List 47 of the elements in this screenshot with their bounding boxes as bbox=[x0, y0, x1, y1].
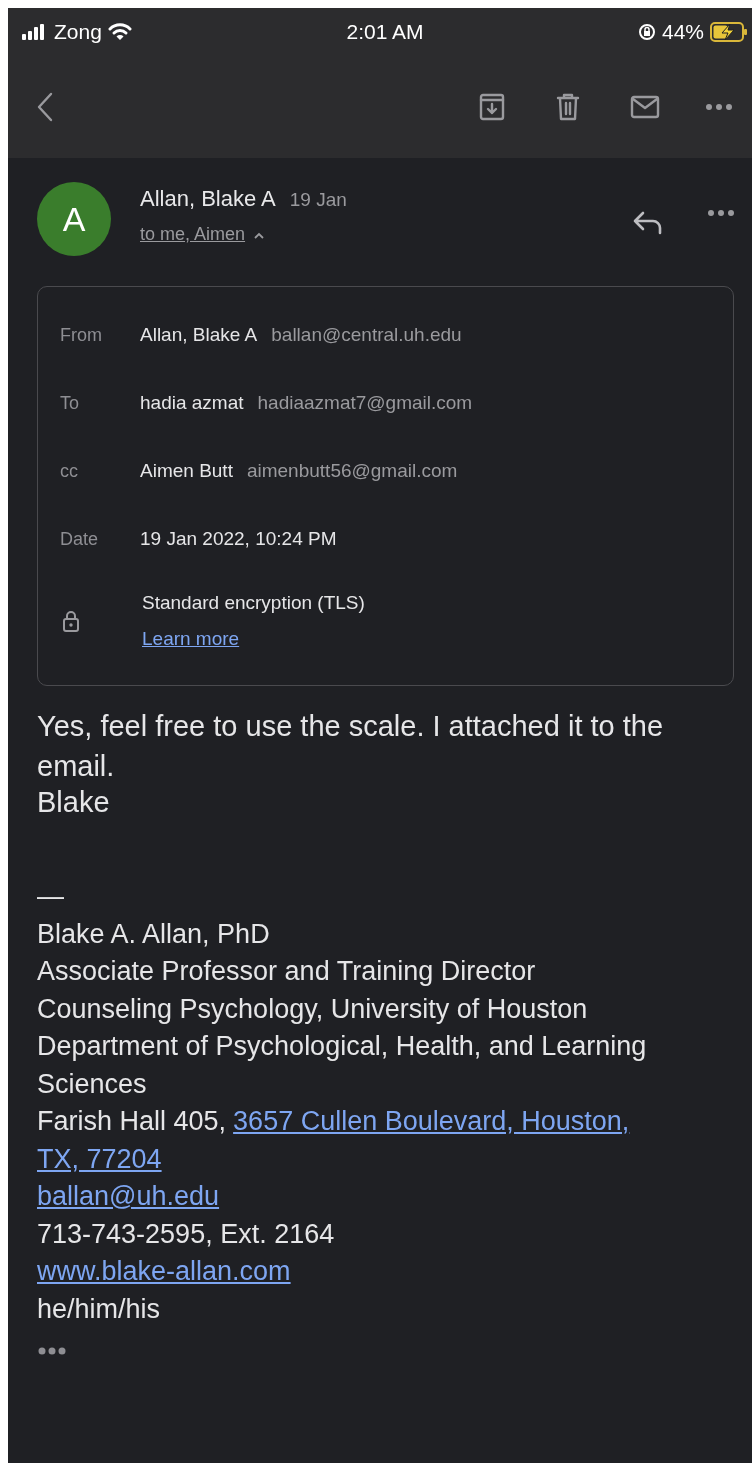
email-address: ballan@central.uh.edu bbox=[271, 324, 462, 346]
more-button[interactable] bbox=[708, 210, 734, 216]
detail-value: hadia azmat bbox=[140, 392, 244, 414]
reply-button[interactable] bbox=[632, 210, 664, 236]
signature-link[interactable]: ballan@uh.edu bbox=[37, 1178, 220, 1216]
message-date: 19 Jan bbox=[289, 189, 347, 211]
ellipsis-icon bbox=[37, 1346, 67, 1356]
recipients-toggle[interactable]: to me, Aimen bbox=[140, 224, 632, 245]
detail-label: Date bbox=[60, 528, 100, 550]
detail-value: 19 Jan 2022, 10:24 PM bbox=[140, 528, 337, 550]
detail-value: Allan, Blake A bbox=[140, 324, 258, 346]
wifi-icon bbox=[107, 23, 132, 41]
avatar: A bbox=[37, 182, 111, 256]
detail-label: cc bbox=[60, 460, 79, 482]
signature-text: Farish Hall 405, bbox=[37, 1105, 227, 1138]
message-text: Blake bbox=[37, 786, 111, 818]
reply-icon bbox=[632, 210, 664, 236]
more-icon bbox=[706, 104, 732, 110]
battery-percent: 44% bbox=[661, 20, 704, 44]
signature-text: Counseling Psychology, University of Houston bbox=[37, 992, 588, 1026]
more-icon bbox=[708, 210, 734, 216]
encryption-text: Standard encryption (TLS) bbox=[142, 592, 365, 614]
learn-more-link[interactable]: Learn more bbox=[142, 628, 365, 650]
email-address: hadiaazmat7@gmail.com bbox=[257, 392, 473, 414]
carrier-name: Zong bbox=[54, 20, 102, 44]
signature-link[interactable]: 3657 Cullen Boulevard, Houston, bbox=[233, 1103, 630, 1141]
signature-text: — bbox=[37, 880, 64, 913]
email-address: aimenbutt56@gmail.com bbox=[246, 460, 458, 482]
detail-value: Aimen Butt bbox=[140, 460, 233, 482]
detail-label: To bbox=[60, 392, 80, 414]
lock-icon bbox=[62, 609, 80, 633]
message-text: Yes, feel free to use the scale. I attached it to the email. bbox=[37, 709, 665, 784]
sender-name: Allan, Blake A bbox=[140, 186, 276, 212]
signature-link[interactable]: www.blake-allan.com bbox=[37, 1253, 291, 1291]
more-button[interactable] bbox=[706, 104, 732, 110]
show-trimmed-button[interactable] bbox=[37, 1346, 67, 1356]
signature-text: Blake A. Allan, PhD bbox=[37, 917, 270, 951]
clock-time: 2:01 AM bbox=[346, 20, 424, 44]
back-icon bbox=[36, 92, 54, 122]
signature-text: 713-743-2595, Ext. 2164 bbox=[37, 1217, 335, 1251]
detail-label: From bbox=[60, 324, 103, 346]
orientation-lock-icon bbox=[637, 23, 656, 41]
back-button[interactable] bbox=[36, 92, 54, 122]
signature-link[interactable]: TX, 77204 bbox=[37, 1140, 162, 1178]
signature-text: Department of Psychological, Health, and Learning Sciences bbox=[37, 1030, 648, 1101]
signature-text: Associate Professor and Training Director bbox=[37, 955, 536, 988]
signature-text: he/him/his bbox=[37, 1292, 161, 1326]
